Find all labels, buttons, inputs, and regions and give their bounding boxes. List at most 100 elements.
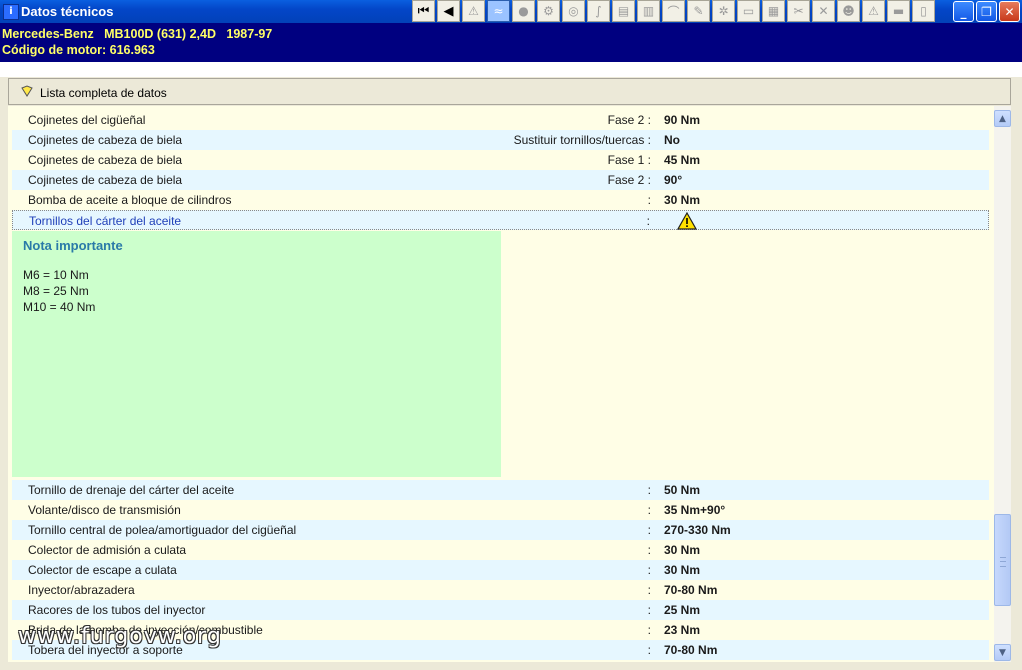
table-row[interactable]: Cojinetes de cabeza de biela Fase 2 : 90° xyxy=(12,170,989,190)
row-label: Cojinetes de cabeza de biela xyxy=(28,173,183,187)
person-icon[interactable]: ☻ xyxy=(837,0,860,22)
row-label: Tornillo central de polea/amortiguador d… xyxy=(28,523,297,537)
minimize-icon[interactable]: _ xyxy=(953,1,974,22)
engine-code: Código de motor: 616.963 xyxy=(2,43,155,57)
row-label: Cojinetes del cigüeñal xyxy=(28,113,146,127)
row-qualifier: : xyxy=(647,563,651,577)
table-row[interactable]: Cojinetes de cabeza de biela Sustituir to… xyxy=(12,130,989,150)
data-list: Nota importante M6 = 10 Nm M8 = 25 Nm M1… xyxy=(8,106,994,662)
scroll-up-icon[interactable]: ▲ xyxy=(994,110,1011,127)
row-value: 90° xyxy=(664,173,683,187)
table-row[interactable]: Bomba de aceite a bloque de cilindros:30… xyxy=(12,190,989,210)
row-qualifier: : xyxy=(647,583,651,597)
diamond-icon xyxy=(21,85,33,97)
vehicle-model: Mercedes-Benz MB100D (631) 2,4D 1987-97 xyxy=(2,27,273,41)
scroll-down-icon[interactable]: ▼ xyxy=(994,644,1011,661)
row-label: Colector de escape a culata xyxy=(28,563,177,577)
first-icon[interactable]: ⏮ xyxy=(412,0,435,22)
gear-icon[interactable]: ✲ xyxy=(712,0,735,22)
row-qualifier: : xyxy=(647,543,651,557)
row-value: 50 Nm xyxy=(664,483,701,497)
close-icon[interactable]: ✕ xyxy=(999,1,1020,22)
toolbar: ⏮ ◀ ⚠ ≈ ● ⚙ ◎ ∫ ▤ ▥ ⌒ ✎ ✲ ▭ ▦ ✂ ✕ ☻ ⚠ ▬ ▯ xyxy=(412,0,937,23)
hose-icon[interactable]: ∫ xyxy=(587,0,610,22)
watermark: www.furgovw.org xyxy=(18,624,222,649)
row-label: Cojinetes de cabeza de biela xyxy=(28,153,183,167)
note-title: Nota importante xyxy=(23,238,123,253)
component-icon[interactable]: ▤ xyxy=(612,0,635,22)
window-title: Datos técnicos xyxy=(21,4,114,19)
row-qualifier: : xyxy=(647,603,651,617)
row-label: Volante/disco de transmisión xyxy=(28,503,181,517)
vehicle-header: Mercedes-Benz MB100D (631) 2,4D 1987-97 … xyxy=(0,23,1022,62)
note-line: M10 = 40 Nm xyxy=(23,300,96,314)
scroll-thumb[interactable] xyxy=(994,514,1011,606)
table-row[interactable]: Volante/disco de transmisión:35 Nm+90° xyxy=(12,500,989,520)
grip-icon xyxy=(1000,557,1006,567)
row-value: 23 Nm xyxy=(664,623,701,637)
vertical-scrollbar[interactable]: ▲ ▼ xyxy=(994,106,1011,662)
row-qualifier: : xyxy=(647,643,651,657)
table-row[interactable]: Inyector/abrazadera:70-80 Nm xyxy=(12,580,989,600)
row-qualifier: Fase 2 : xyxy=(607,173,651,187)
diagram-icon[interactable]: ≈ xyxy=(487,0,510,22)
section-header-button[interactable]: Lista completa de datos xyxy=(8,78,1011,105)
row-value: 30 Nm xyxy=(664,193,701,207)
app-icon[interactable]: i xyxy=(3,4,19,20)
row-label: Colector de admisión a culata xyxy=(28,543,187,557)
row-value: 35 Nm+90° xyxy=(664,503,726,517)
row-label: Racores de los tubos del inyector xyxy=(28,603,206,617)
car-icon[interactable]: ▭ xyxy=(737,0,760,22)
table-row[interactable]: Tornillo de drenaje del cárter del aceit… xyxy=(12,480,989,500)
tool-icon[interactable]: ✎ xyxy=(687,0,710,22)
wrench-icon[interactable]: ✂ xyxy=(787,0,810,22)
seat-icon[interactable]: ▥ xyxy=(637,0,660,22)
row-qualifier: : xyxy=(646,214,650,228)
row-value: 90 Nm xyxy=(664,113,701,127)
restore-icon[interactable]: ❐ xyxy=(976,1,997,22)
row-qualifier: : xyxy=(647,523,651,537)
row-label: Tornillo de drenaje del cárter del aceit… xyxy=(28,483,235,497)
brake-disc-icon[interactable]: ◎ xyxy=(562,0,585,22)
warning-icon[interactable]: ⚠ xyxy=(462,0,485,22)
important-note: Nota importante M6 = 10 Nm M8 = 25 Nm M1… xyxy=(12,231,501,477)
row-value: 30 Nm xyxy=(664,543,701,557)
row-label: Tornillos del cárter del aceite xyxy=(29,214,182,228)
table-row[interactable]: Colector de escape a culata:30 Nm xyxy=(12,560,989,580)
note-line: M8 = 25 Nm xyxy=(23,284,89,298)
vehicle-icon[interactable]: ▬ xyxy=(887,0,910,22)
row-qualifier: Sustituir tornillos/tuercas : xyxy=(513,133,651,147)
title-bar: i Datos técnicos ⏮ ◀ ⚠ ≈ ● ⚙ ◎ ∫ ▤ ▥ ⌒ ✎ ✲ ▭ ▦ ✂ ✕ ☻ ⚠ ▬ ▯ _… xyxy=(0,0,1022,23)
window-controls: _ ❐ ✕ xyxy=(951,1,1020,22)
row-qualifier: : xyxy=(647,483,651,497)
table-row[interactable]: Cojinetes de cabeza de biela Fase 1 : 45 N… xyxy=(12,150,989,170)
spacer xyxy=(0,62,1022,77)
oil-drop-icon[interactable]: ● xyxy=(512,0,535,22)
wiper-icon[interactable]: ⌒ xyxy=(662,0,685,22)
row-qualifier: : xyxy=(647,193,651,207)
previous-icon[interactable]: ◀ xyxy=(437,0,460,22)
row-qualifier: Fase 1 : xyxy=(607,153,651,167)
row-label: Cojinetes de cabeza de biela xyxy=(28,133,183,147)
table-row[interactable]: Colector de admisión a culata:30 Nm xyxy=(12,540,989,560)
alert-icon[interactable]: ⚠ xyxy=(862,0,885,22)
table-row[interactable]: Tornillo central de polea/amortiguador d… xyxy=(12,520,989,540)
tools-icon[interactable]: ✕ xyxy=(812,0,835,22)
row-value: 25 Nm xyxy=(664,603,701,617)
row-value: 270-330 Nm xyxy=(664,523,731,537)
row-qualifier: Fase 2 : xyxy=(607,113,651,127)
row-value: 45 Nm xyxy=(664,153,701,167)
table-row[interactable]: Racores de los tubos del inyector:25 Nm xyxy=(12,600,989,620)
note-line: M6 = 10 Nm xyxy=(23,268,89,282)
section-title: Lista completa de datos xyxy=(40,86,167,100)
row-value: 70-80 Nm xyxy=(664,583,718,597)
table-row[interactable]: Tornillos del cárter del aceite: xyxy=(12,210,989,230)
row-qualifier: : xyxy=(647,623,651,637)
service-icon[interactable]: ▦ xyxy=(762,0,785,22)
row-value: 30 Nm xyxy=(664,563,701,577)
book-icon[interactable]: ▯ xyxy=(912,0,935,22)
row-label: Inyector/abrazadera xyxy=(28,583,135,597)
table-row[interactable]: Cojinetes del cigüeñal Fase 2 : 90 Nm xyxy=(12,110,989,130)
engine-icon[interactable]: ⚙ xyxy=(537,0,560,22)
warning-icon[interactable] xyxy=(677,212,697,230)
